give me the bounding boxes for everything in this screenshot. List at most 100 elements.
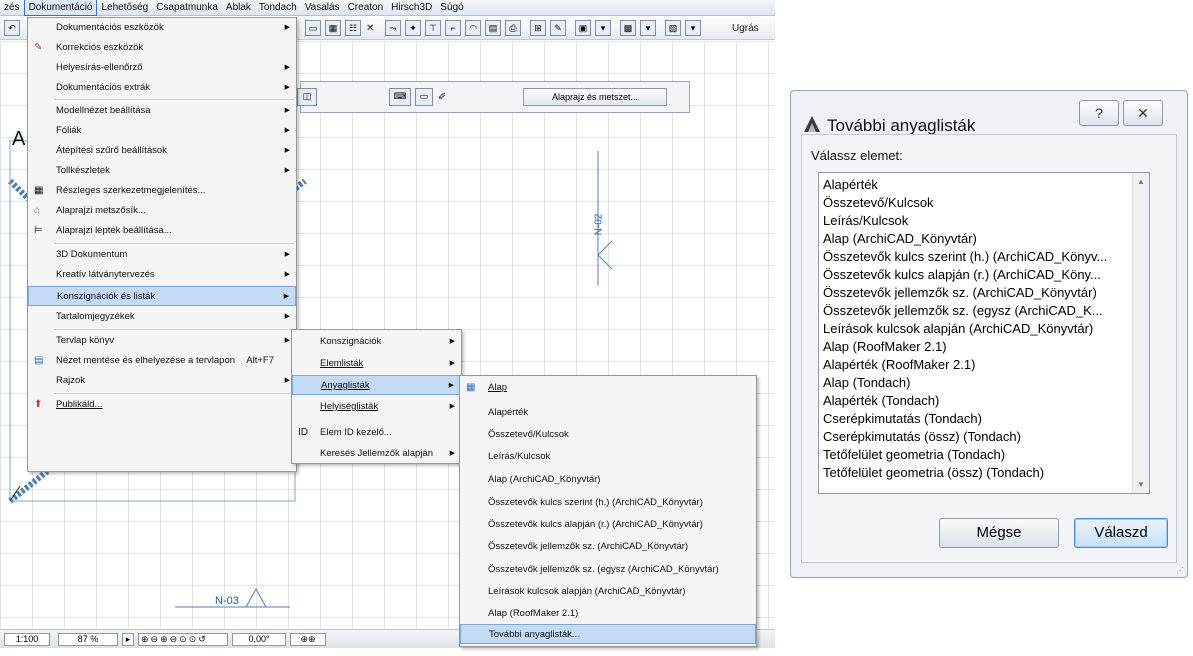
menubar-item-0[interactable]: zés xyxy=(0,0,24,15)
menu-item-zone-lists[interactable]: Helyiséglisták ▶ xyxy=(292,397,461,417)
menu-item-element-id-manager[interactable]: ID Elem ID kezelő... xyxy=(292,423,461,443)
cancel-button[interactable]: Mégse xyxy=(939,518,1059,548)
list-item[interactable]: Alapérték xyxy=(823,177,878,192)
menu-item-documentation-tools[interactable]: Dokumentációs eszközök ▶ xyxy=(28,18,296,38)
menu-item-floor-plan-scale[interactable]: ⊨ Alaprajzi lépték beállítása... xyxy=(28,221,296,241)
close-button[interactable]: ✕ xyxy=(1123,100,1163,126)
menu-item-documentation-extras[interactable]: Dokumentációs extrák ▶ xyxy=(28,78,296,98)
list-item[interactable]: Alap (Tondach) xyxy=(823,375,910,390)
zoom-tools-icon[interactable]: ⊕⊖⊕⊖⊙⊙↺ xyxy=(138,633,228,646)
toolbar-view2-icon[interactable]: ▩ xyxy=(620,20,636,36)
list-item[interactable]: Cserépkimutatás (Tondach) xyxy=(823,411,982,426)
menu-item-basic-archicad[interactable]: Alap (ArchiCAD_Könyvtár) xyxy=(460,470,756,490)
angle-field[interactable]: 0,00° xyxy=(232,633,286,646)
menu-item-components-by-key-h[interactable]: Összetevők kulcs szerint (h.) (ArchiCAD_… xyxy=(460,493,756,513)
help-button[interactable]: ? xyxy=(1079,100,1119,126)
list-item[interactable]: Alap (ArchiCAD_Könyvtár) xyxy=(823,231,977,246)
list-item[interactable]: Leírások kulcsok alapján (ArchiCAD_Könyv… xyxy=(823,321,1093,336)
menu-item-component-keys[interactable]: Összetevő/Kulcsok xyxy=(460,425,756,445)
toolbar-pen-icon[interactable]: ✎ xyxy=(550,20,566,36)
infobox-brush-icon[interactable]: ✐ xyxy=(438,90,446,105)
menu-item-partial-structure[interactable]: ▦ Részleges szerkezetmegjelenítés... xyxy=(28,181,296,201)
menubar-item-options[interactable]: Lehetőség xyxy=(97,0,152,15)
plan-and-section-button[interactable]: Alaprajz és metszet... xyxy=(523,88,667,106)
infobox-tool-icon[interactable]: ◫ xyxy=(297,88,317,106)
menu-item-components-by-key-r[interactable]: Összetevők kulcs alapján (r.) (ArchiCAD_… xyxy=(460,515,756,535)
zoom-next-icon[interactable]: ▸ xyxy=(122,633,134,646)
list-item[interactable]: Összetevők jellemzők sz. (egysz (ArchiCA… xyxy=(823,303,1103,318)
toolbar-window-icon[interactable]: ⊞ xyxy=(530,20,546,36)
toolbar-dimension-icon[interactable]: ⊤ xyxy=(425,20,441,36)
menu-item-layers[interactable]: Fóliák ▶ xyxy=(28,121,296,141)
menubar-item-rebar[interactable]: Vasalás xyxy=(301,0,344,15)
toolbar-arc-icon[interactable]: ◠ xyxy=(465,20,481,36)
menu-item-spell-checker[interactable]: Helyesírás-ellenőrző ▶ xyxy=(28,58,296,78)
toolbar-view-icon[interactable]: ▣ xyxy=(575,20,591,36)
menu-item-schedules-and-lists[interactable]: Konszignációk és listák ▶ xyxy=(28,286,296,306)
toolbar-layout-icon[interactable]: ▤ xyxy=(485,20,501,36)
toolbar-angle-icon[interactable]: ⌐ xyxy=(445,20,461,36)
menubar-item-creaton[interactable]: Creaton xyxy=(344,0,388,15)
menu-item-layout-book[interactable]: Tervlap könyv ▶ xyxy=(28,331,296,351)
list-item[interactable]: Alapérték (RoofMaker 2.1) xyxy=(823,357,975,372)
toolbar-dropdown2-icon[interactable]: ▾ xyxy=(640,20,656,36)
menu-item-descriptions-by-key[interactable]: Leírások kulcsok alapján (ArchiCAD_Könyv… xyxy=(460,582,756,602)
toolbar-printer-icon[interactable]: ⎙ xyxy=(505,20,521,36)
menu-item-floor-plan-cut-plane[interactable]: ⌂ Alaprajzi metszősík... xyxy=(28,201,296,221)
list-item[interactable]: Alap (RoofMaker 2.1) xyxy=(823,339,947,354)
list-item[interactable]: Összetevők kulcs alapján (r.) (ArchiCAD_… xyxy=(823,267,1101,282)
toolbar-view3-icon[interactable]: ▧ xyxy=(665,20,681,36)
menu-item-schedules[interactable]: Konszignációk ▶ xyxy=(292,332,461,352)
menu-item-publish[interactable]: ⬆ Publikáld... xyxy=(28,395,296,415)
menu-item-element-lists[interactable]: Elemlisták ▶ xyxy=(292,354,461,374)
menu-item-correction-tools[interactable]: ✎ Korrekciós eszközök xyxy=(28,38,296,58)
menubar-item-hirsch3d[interactable]: Hirsch3D xyxy=(387,0,436,15)
close-x-icon[interactable]: ✕ xyxy=(366,21,374,36)
menubar-item-window[interactable]: Ablak xyxy=(222,0,255,15)
menubar-item-tondach[interactable]: Tondach xyxy=(255,0,301,15)
menu-item-renovation-filter[interactable]: Átépítési szűrő beállítások ▶ xyxy=(28,141,296,161)
list-item[interactable]: Tetőfelület geometria (Tondach) xyxy=(823,447,1005,462)
toolbar-dropdown-icon[interactable]: ▾ xyxy=(595,20,611,36)
list-item[interactable]: Összetevők jellemzők sz. (ArchiCAD_Könyv… xyxy=(823,285,1097,300)
menu-item-component-lists[interactable]: Anyaglisták ▶ xyxy=(292,375,461,395)
toolbar-marquee-icon[interactable]: ▭ xyxy=(305,20,321,36)
menu-item-model-view[interactable]: Modellnézet beállítása ▶ xyxy=(28,101,296,121)
menu-item-creative-imaging[interactable]: Kreatív látványtervezés ▶ xyxy=(28,265,296,285)
menubar-item-help[interactable]: Súgó xyxy=(436,0,467,15)
toolbar-pin-icon[interactable]: ✦ xyxy=(405,20,421,36)
menu-item-3d-document[interactable]: 3D Dokumentum ▶ xyxy=(28,245,296,265)
toolbar-element-icon[interactable]: ▦ xyxy=(325,20,341,36)
menu-item-table-of-contents[interactable]: Tartalomjegyzékek ▶ xyxy=(28,307,296,327)
menu-item-pen-sets[interactable]: Tollkészletek ▶ xyxy=(28,161,296,181)
toolbar-dropdown3-icon[interactable]: ▾ xyxy=(685,20,701,36)
list-item[interactable]: Összetevők kulcs szerint (h.) (ArchiCAD_… xyxy=(823,249,1107,264)
zoom-field[interactable]: 87 % xyxy=(58,633,118,646)
list-item[interactable]: Tetőfelület geometria (össz) (Tondach) xyxy=(823,465,1044,480)
list-item[interactable]: Alapérték (Tondach) xyxy=(823,393,939,408)
list-item[interactable]: Összetevő/Kulcsok xyxy=(823,195,934,210)
list-item[interactable]: Cserépkimutatás (össz) (Tondach) xyxy=(823,429,1021,444)
navigator-zoom-icon[interactable]: ⊕⊕ xyxy=(290,633,326,646)
menu-item-basic[interactable]: ▦ Alap xyxy=(460,378,756,398)
menu-item-components-properties-unit[interactable]: Összetevők jellemzők sz. (egysz (ArchiCA… xyxy=(460,560,756,580)
menu-item-save-view-place-on-layout[interactable]: ▤ Nézet mentése és elhelyezése a tervlapo… xyxy=(28,351,296,371)
menu-item-components-properties[interactable]: Összetevők jellemzők sz. (ArchiCAD_Könyv… xyxy=(460,537,756,557)
menu-item-description-keys[interactable]: Leírás/Kulcsok xyxy=(460,447,756,467)
scroll-down-icon[interactable]: ▼ xyxy=(1137,480,1145,489)
toolbar-measure-icon[interactable]: ⤳ xyxy=(385,20,401,36)
menu-item-basic-roofmaker[interactable]: Alap (RoofMaker 2.1) xyxy=(460,604,756,624)
list-scrollbar[interactable]: ▲ ▼ xyxy=(1132,173,1149,493)
infobox-cut-icon[interactable]: ⌨ xyxy=(389,88,411,106)
list-item[interactable]: Leírás/Kulcsok xyxy=(823,213,908,228)
scroll-up-icon[interactable]: ▲ xyxy=(1137,177,1145,186)
menubar-item-documentation[interactable]: Dokumentáció xyxy=(23,0,98,16)
resize-grip-icon[interactable]: ⋰ xyxy=(1176,566,1184,575)
menu-item-default[interactable]: Alapérték xyxy=(460,403,756,423)
toolbar-grid-icon[interactable]: ☷ xyxy=(345,20,361,36)
menubar-item-teamwork[interactable]: Csapatmunka xyxy=(152,0,222,15)
scale-field[interactable]: 1:100 xyxy=(4,633,50,646)
menu-item-find-by-properties[interactable]: Keresés Jellemzők alapján ▶ xyxy=(292,444,461,464)
toolbar-undo-icon[interactable]: ↶ xyxy=(4,20,20,36)
goto-button[interactable]: Ugrás xyxy=(732,21,759,36)
